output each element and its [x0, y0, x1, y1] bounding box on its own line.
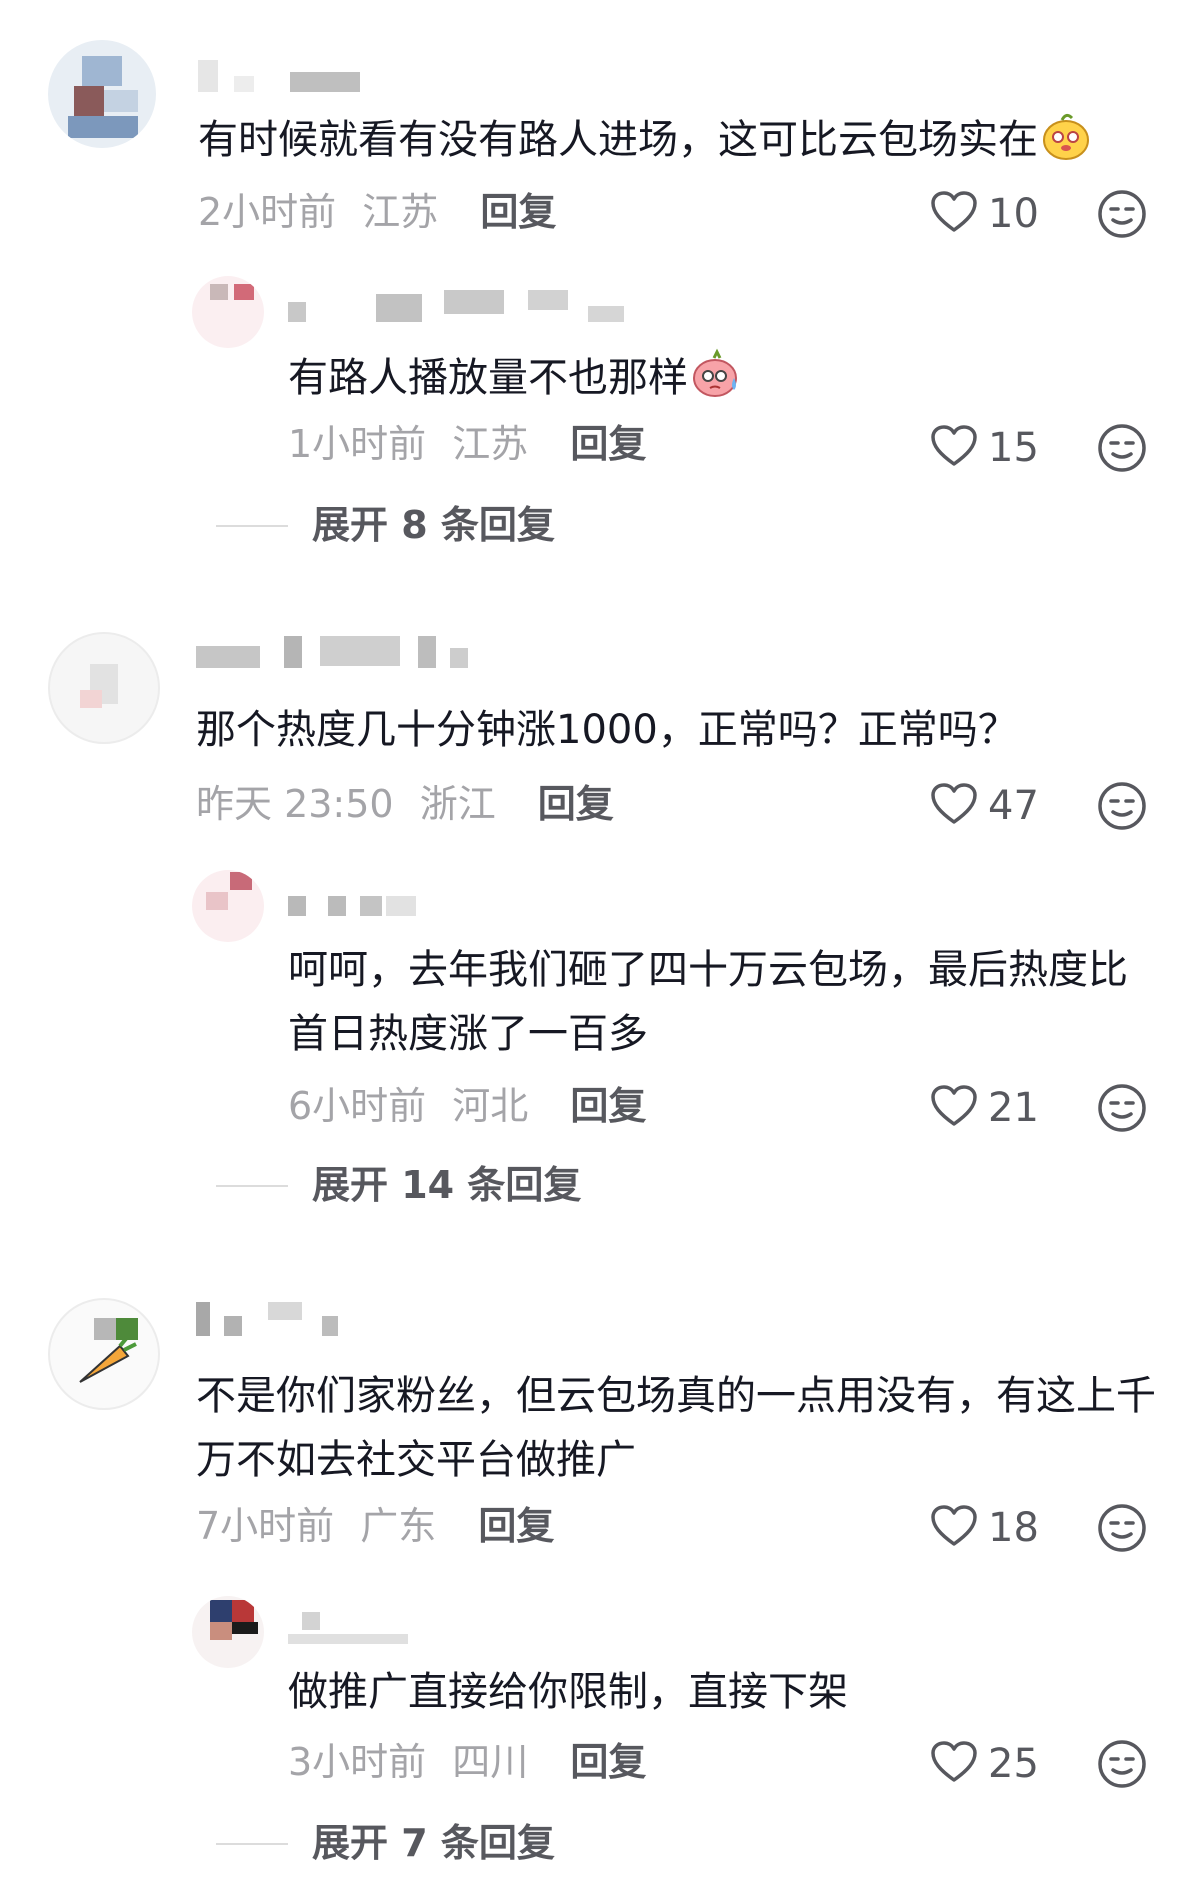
like-button[interactable]: 21	[930, 1080, 1060, 1136]
carrot-icon	[79, 1332, 137, 1383]
expand-replies-button[interactable]: 展开 14 条回复	[216, 1160, 636, 1210]
neutral-face-icon	[1098, 1084, 1146, 1132]
expand-divider	[216, 525, 288, 527]
smiling-face-emoji	[1040, 110, 1092, 162]
expand-divider	[216, 1185, 288, 1187]
reply-button[interactable]: 回复	[570, 422, 646, 466]
reply-text: 呵呵，去年我们砸了四十万云包场，最后热度比首日热度涨了一百多	[288, 947, 1128, 1057]
dislike-button[interactable]	[1096, 1082, 1152, 1138]
reply-button[interactable]: 回复	[480, 190, 556, 234]
reply-username-redacted[interactable]	[288, 290, 628, 322]
heart-icon	[931, 1505, 977, 1546]
reply-location: 河北	[452, 1084, 529, 1128]
comment-time: 昨天 23:50	[196, 782, 394, 826]
neutral-face-icon	[1098, 190, 1146, 238]
reply-text: 有路人播放量不也那样	[288, 346, 1148, 410]
avatar[interactable]	[48, 632, 160, 744]
reply-avatar[interactable]	[192, 870, 264, 942]
like-count: 10	[988, 191, 1039, 237]
heart-icon	[931, 425, 977, 466]
comment-location: 浙江	[419, 782, 496, 826]
expand-replies-label: 展开 14 条回复	[312, 1163, 582, 1207]
comment-meta: 2小时前 江苏 回复	[198, 188, 556, 236]
like-button[interactable]: 18	[930, 1500, 1060, 1556]
comment-meta: 昨天 23:50 浙江 回复	[196, 780, 614, 828]
reply-button[interactable]: 回复	[570, 1740, 646, 1784]
reply-location: 江苏	[452, 422, 529, 466]
reply-button[interactable]: 回复	[538, 782, 614, 826]
reply-time: 6小时前	[288, 1084, 427, 1128]
reply-meta: 6小时前 河北 回复	[288, 1082, 646, 1130]
like-count: 15	[988, 425, 1039, 471]
heart-icon	[931, 1741, 977, 1782]
like-button[interactable]: 25	[930, 1736, 1060, 1792]
neutral-face-icon	[1098, 1740, 1146, 1788]
comment-text: 那个热度几十分钟涨1000，正常吗？正常吗？	[196, 707, 1018, 753]
expand-replies-label: 展开 8 条回复	[312, 503, 555, 547]
reply-meta: 3小时前 四川 回复	[288, 1738, 646, 1786]
heart-icon	[931, 1085, 977, 1126]
comment-location: 广东	[360, 1504, 437, 1548]
dislike-button[interactable]	[1096, 780, 1152, 836]
heart-icon	[931, 191, 977, 232]
comment-meta: 7小时前 广东 回复	[196, 1502, 554, 1550]
comment-time: 2小时前	[198, 190, 337, 234]
username-redacted[interactable]	[198, 60, 368, 92]
reply-time: 3小时前	[288, 1740, 427, 1784]
sweating-face-emoji	[690, 348, 742, 400]
like-count: 25	[988, 1741, 1039, 1787]
dislike-button[interactable]	[1096, 422, 1152, 478]
comment-text: 有时候就看有没有路人进场，这可比云包场实在	[198, 108, 1158, 172]
expand-replies-button[interactable]: 展开 8 条回复	[216, 500, 616, 550]
reply-text: 做推广直接给你限制，直接下架	[288, 1669, 848, 1715]
dislike-button[interactable]	[1096, 188, 1152, 244]
like-count: 47	[988, 783, 1039, 829]
like-count: 21	[988, 1085, 1039, 1131]
like-button[interactable]: 15	[930, 420, 1060, 476]
comment-text: 不是你们家粉丝，但云包场真的一点用没有，有这上千万不如去社交平台做推广	[196, 1373, 1156, 1483]
avatar[interactable]	[48, 40, 156, 148]
expand-divider	[216, 1843, 288, 1845]
expand-replies-button[interactable]: 展开 7 条回复	[216, 1818, 616, 1868]
reply-avatar[interactable]	[192, 276, 264, 348]
neutral-face-icon	[1098, 424, 1146, 472]
reply-location: 四川	[452, 1740, 529, 1784]
comment-time: 7小时前	[196, 1504, 335, 1548]
expand-replies-label: 展开 7 条回复	[312, 1821, 555, 1865]
username-redacted[interactable]	[196, 636, 486, 668]
neutral-face-icon	[1098, 782, 1146, 830]
reply-button[interactable]: 回复	[478, 1504, 554, 1548]
dislike-button[interactable]	[1096, 1738, 1152, 1794]
reply-avatar[interactable]	[192, 1596, 264, 1668]
reply-time: 1小时前	[288, 422, 427, 466]
like-button[interactable]: 47	[930, 778, 1060, 834]
reply-button[interactable]: 回复	[570, 1084, 646, 1128]
comment-location: 江苏	[362, 190, 439, 234]
dislike-button[interactable]	[1096, 1502, 1152, 1558]
like-count: 18	[988, 1505, 1039, 1551]
reply-meta: 1小时前 江苏 回复	[288, 420, 646, 468]
like-button[interactable]: 10	[930, 186, 1060, 242]
reply-username-redacted[interactable]	[288, 1612, 418, 1644]
reply-username-redacted[interactable]	[288, 890, 428, 922]
neutral-face-icon	[1098, 1504, 1146, 1552]
username-redacted[interactable]	[196, 1302, 356, 1336]
heart-icon	[931, 783, 977, 824]
avatar[interactable]	[48, 1298, 160, 1410]
